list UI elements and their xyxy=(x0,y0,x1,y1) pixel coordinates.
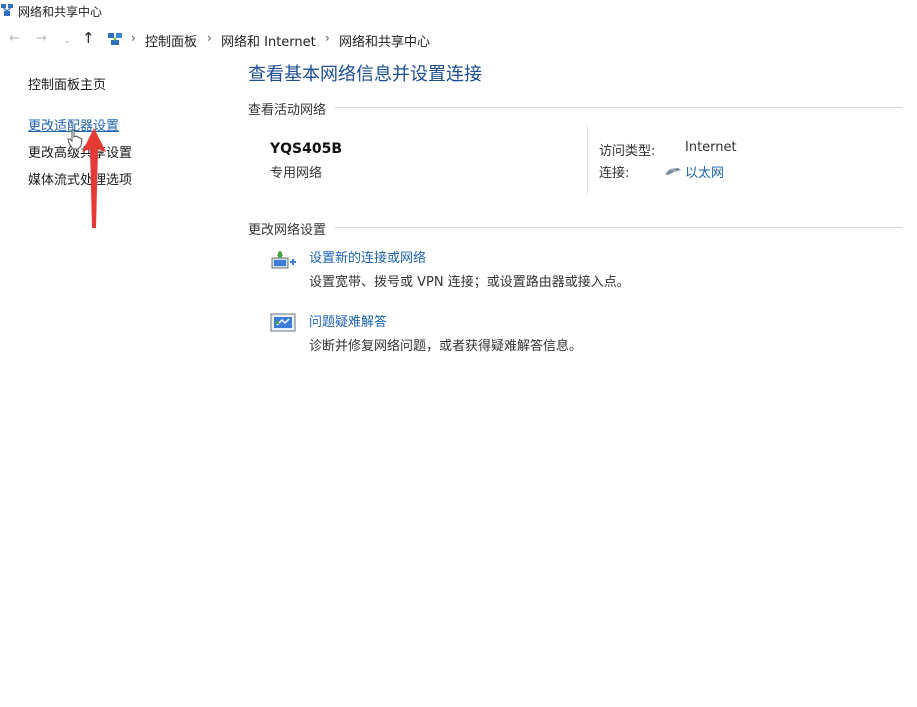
access-type-label: 访问类型: xyxy=(599,144,656,159)
access-type-value: Internet xyxy=(685,140,737,155)
troubleshoot-icon xyxy=(270,312,298,338)
title-bar: 网络和共享中心 xyxy=(0,0,917,22)
connection-label: 连接: xyxy=(599,166,630,181)
ethernet-connection-link[interactable]: 以太网 xyxy=(685,162,724,181)
recent-locations-chevron-icon[interactable]: ⌄ xyxy=(63,32,71,50)
page-title: 查看基本网络信息并设置连接 xyxy=(248,64,482,85)
window-title: 网络和共享中心 xyxy=(18,5,103,19)
setup-new-connection-description: 设置宽带、拨号或 VPN 连接；或设置路由器或接入点。 xyxy=(309,275,630,290)
breadcrumb-control-panel[interactable]: 控制面板 xyxy=(145,31,197,50)
section-divider xyxy=(335,107,902,108)
red-annotation-arrow-icon xyxy=(80,126,108,234)
back-arrow-icon[interactable]: ← xyxy=(9,30,20,48)
breadcrumb-separator-icon: › xyxy=(325,31,330,45)
troubleshoot-link[interactable]: 问题疑难解答 xyxy=(309,311,387,330)
change-settings-heading: 更改网络设置 xyxy=(248,223,327,238)
new-connection-icon xyxy=(270,248,298,276)
breadcrumb-separator-icon: › xyxy=(207,31,212,45)
up-arrow-icon[interactable]: ↑ xyxy=(82,29,95,47)
breadcrumb-network-sharing-center[interactable]: 网络和共享中心 xyxy=(339,31,430,50)
setup-new-connection-link[interactable]: 设置新的连接或网络 xyxy=(309,247,426,266)
breadcrumb-separator-icon: › xyxy=(131,31,136,45)
troubleshoot-description: 诊断并修复网络问题，或者获得疑难解答信息。 xyxy=(309,339,583,354)
sidebar-item-control-panel-home[interactable]: 控制面板主页 xyxy=(28,74,106,93)
control-panel-icon xyxy=(107,31,123,51)
breadcrumb-network-internet[interactable]: 网络和 Internet xyxy=(221,31,316,50)
network-center-icon xyxy=(0,3,14,21)
address-bar: ← → ⌄ ↑ › 控制面板 › 网络和 Internet › 网络和共享中心 xyxy=(0,28,917,52)
network-profile-type: 专用网络 xyxy=(270,166,323,181)
network-name: YQS405B xyxy=(270,141,343,157)
vertical-divider xyxy=(587,125,588,195)
forward-arrow-icon[interactable]: → xyxy=(36,30,47,48)
ethernet-icon xyxy=(664,165,682,180)
active-networks-heading: 查看活动网络 xyxy=(248,103,327,118)
section-divider xyxy=(335,227,902,228)
